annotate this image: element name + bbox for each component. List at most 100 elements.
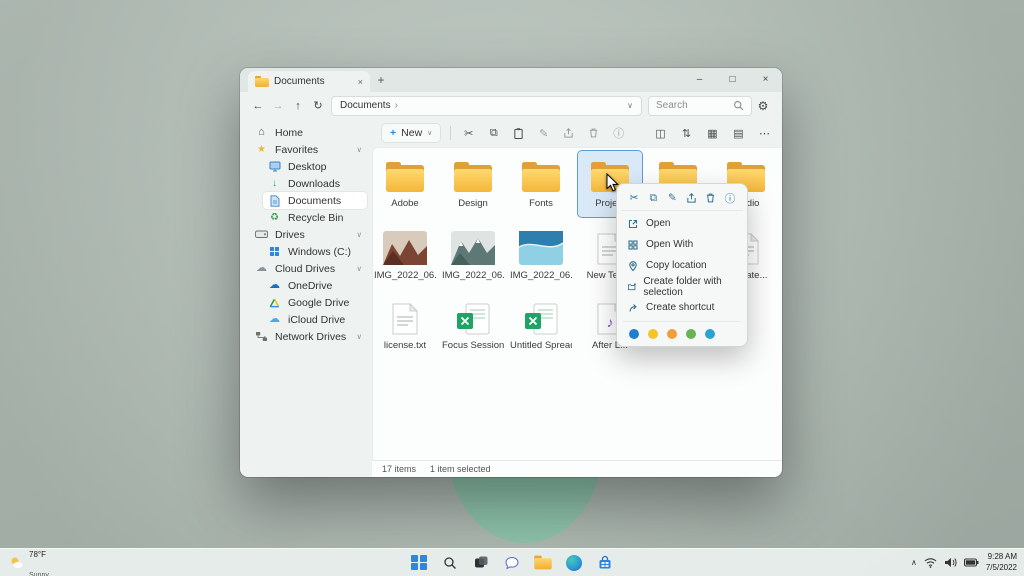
search-icon (733, 100, 744, 111)
search-input[interactable]: Search (648, 96, 752, 116)
task-view-button[interactable] (470, 552, 492, 574)
edge-button[interactable] (563, 552, 585, 574)
chat-button[interactable] (501, 552, 523, 574)
delete-button[interactable] (586, 127, 601, 139)
properties-icon[interactable]: ⓘ (722, 190, 738, 206)
cut-icon[interactable]: ✂ (626, 190, 642, 206)
weather-widget[interactable]: 78°F Sunny (9, 543, 49, 576)
preview-pane-button[interactable]: ◫ (653, 127, 668, 140)
tag-color-yellow[interactable] (648, 329, 658, 339)
sidebar-item-downloads[interactable]: ↓ Downloads (263, 175, 367, 192)
sidebar-item-cloud-drives[interactable]: ☁ Cloud Drives ∨ (250, 260, 367, 277)
tag-color-teal[interactable] (705, 329, 715, 339)
chevron-down-icon[interactable]: ∨ (357, 264, 363, 273)
address-dropdown-icon[interactable]: ∨ (627, 101, 633, 110)
tab-documents[interactable]: Documents × (248, 71, 370, 92)
close-button[interactable]: × (749, 68, 782, 90)
sidebar-item-label: Cloud Drives (275, 263, 335, 275)
sidebar-item-documents[interactable]: Documents (263, 192, 367, 209)
tag-color-orange[interactable] (667, 329, 677, 339)
sort-button[interactable]: ⇅ (679, 127, 694, 140)
more-button[interactable]: ⋯ (757, 127, 772, 140)
new-tab-button[interactable]: + (370, 73, 392, 87)
copy-button[interactable]: ⧉ (486, 127, 501, 140)
sidebar-item-recycle-bin[interactable]: ♻ Recycle Bin (263, 209, 367, 226)
delete-icon[interactable] (703, 190, 719, 206)
file-item[interactable]: Focus Sessions (441, 293, 505, 359)
battery-icon[interactable] (964, 558, 979, 567)
menu-item-create-shortcut[interactable]: Create shortcut (621, 297, 743, 318)
maximize-button[interactable]: □ (716, 68, 749, 90)
file-item[interactable]: IMG_2022_06... (441, 223, 505, 289)
address-bar[interactable]: Documents › ∨ (331, 96, 642, 116)
paste-button[interactable] (511, 127, 526, 140)
rename-icon[interactable]: ✎ (664, 190, 680, 206)
file-item[interactable]: IMG_2022_06... (373, 223, 437, 289)
menu-item-open-with[interactable]: Open With (621, 234, 743, 255)
file-item[interactable]: Fonts (509, 151, 573, 217)
sidebar-item-windows-c[interactable]: Windows (C:) (263, 243, 367, 260)
menu-item-create-folder-with-selection[interactable]: Create folder with selection (621, 276, 743, 297)
new-button[interactable]: + New ∨ (382, 124, 440, 142)
sidebar-item-onedrive[interactable]: ☁ OneDrive (263, 277, 367, 294)
tag-color-green[interactable] (686, 329, 696, 339)
file-item[interactable]: license.txt (373, 293, 437, 359)
tray-time: 9:28 AM (988, 552, 1017, 561)
breadcrumb[interactable]: Documents (340, 100, 391, 111)
tray-chevron-up-icon[interactable]: ∧ (911, 558, 917, 567)
taskbar-search-button[interactable] (439, 552, 461, 574)
refresh-button[interactable]: ↻ (308, 96, 328, 116)
clock[interactable]: 9:28 AM 7/5/2022 (986, 552, 1017, 574)
store-bag-icon (597, 555, 613, 571)
settings-gear-icon[interactable]: ⚙ (752, 99, 774, 113)
share-button[interactable] (561, 127, 576, 139)
document-icon (268, 195, 281, 207)
sidebar-item-label: Desktop (288, 161, 327, 173)
properties-button[interactable]: ⓘ (611, 125, 626, 141)
copy-icon[interactable]: ⧉ (645, 190, 661, 206)
sidebar-item-label: Windows (C:) (288, 246, 351, 258)
tab-close-icon[interactable]: × (358, 77, 363, 87)
wifi-icon[interactable] (924, 557, 937, 568)
up-button[interactable]: ↑ (288, 96, 308, 116)
view-controls: ◫ ⇅ ▦ ▤ ⋯ (653, 127, 772, 140)
forward-button[interactable]: → (268, 96, 288, 116)
divider (450, 126, 451, 140)
sidebar-item-icloud-drive[interactable]: ☁ iCloud Drive (263, 311, 367, 328)
menu-item-label: Copy location (646, 260, 707, 271)
shortcut-icon (627, 302, 639, 314)
share-icon[interactable] (684, 190, 700, 206)
menu-item-copy-location[interactable]: Copy location (621, 255, 743, 276)
photo-thumbnail (451, 231, 495, 265)
chevron-down-icon[interactable]: ∨ (357, 332, 363, 341)
sidebar-item-desktop[interactable]: Desktop (263, 158, 367, 175)
details-pane-button[interactable]: ▤ (731, 127, 746, 140)
tag-color-blue[interactable] (629, 329, 639, 339)
start-button[interactable] (408, 552, 430, 574)
sidebar-item-google-drive[interactable]: Google Drive (263, 294, 367, 311)
chevron-down-icon[interactable]: ∨ (357, 145, 363, 154)
minimize-button[interactable]: – (683, 68, 716, 90)
file-item[interactable]: IMG_2022_06... (509, 223, 573, 289)
volume-icon[interactable] (944, 557, 957, 568)
folder-icon (521, 161, 561, 193)
weather-condition: Sunny (29, 572, 49, 576)
view-options-button[interactable]: ▦ (705, 127, 720, 140)
cut-button[interactable]: ✂ (461, 127, 476, 140)
file-item[interactable]: Design (441, 151, 505, 217)
store-button[interactable] (594, 552, 616, 574)
tab-title: Documents (274, 76, 325, 87)
star-icon: ★ (255, 145, 268, 155)
file-item[interactable]: Untitled Spreads... (509, 293, 573, 359)
sidebar-item-drives[interactable]: Drives ∨ (250, 226, 367, 243)
rename-button[interactable]: ✎ (536, 127, 551, 140)
sidebar-item-home[interactable]: ⌂ Home (250, 124, 367, 141)
file-item[interactable]: Adobe (373, 151, 437, 217)
sidebar-item-network-drives[interactable]: Network Drives ∨ (250, 328, 367, 345)
back-button[interactable]: ← (248, 96, 268, 116)
sidebar-item-favorites[interactable]: ★ Favorites ∨ (250, 141, 367, 158)
file-explorer-button[interactable] (532, 552, 554, 574)
menu-item-open[interactable]: Open (621, 213, 743, 234)
file-name: Design (458, 198, 488, 209)
chevron-down-icon[interactable]: ∨ (357, 230, 363, 239)
